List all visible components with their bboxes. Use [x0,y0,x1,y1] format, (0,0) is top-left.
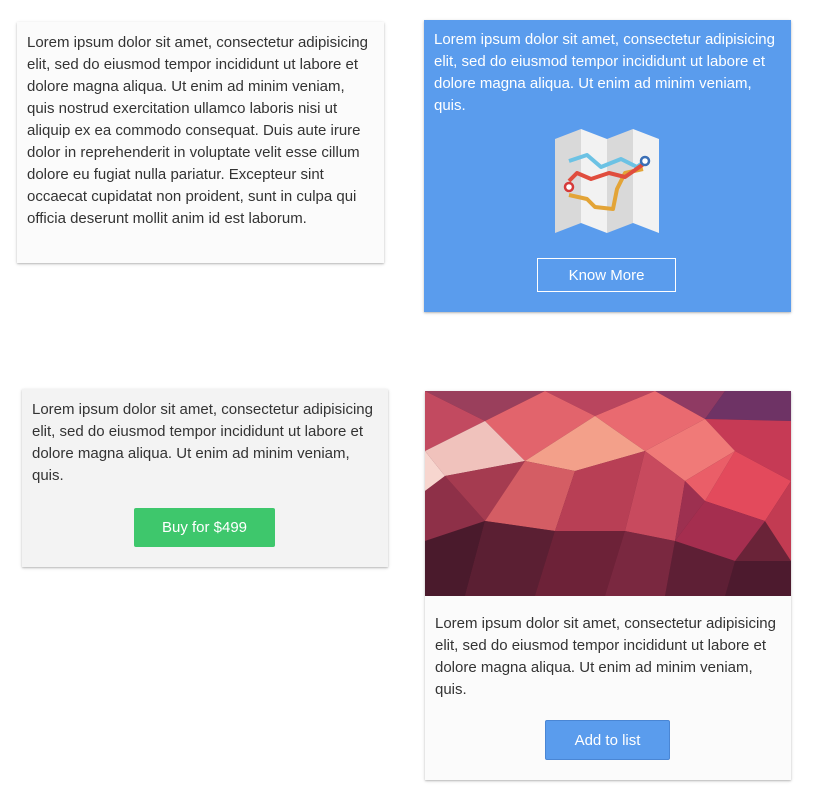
feature-card: Lorem ipsum dolor sit amet, consectetur … [424,20,791,312]
know-more-button[interactable]: Know More [537,258,676,292]
card-text: Lorem ipsum dolor sit amet, consectetur … [435,615,776,698]
buy-button[interactable]: Buy for $499 [134,508,275,547]
folded-map-icon [555,129,659,233]
card-text: Lorem ipsum dolor sit amet, consectetur … [434,31,775,114]
add-to-list-button[interactable]: Add to list [545,720,670,760]
text-card: Lorem ipsum dolor sit amet, consectetur … [17,22,384,263]
card-text: Lorem ipsum dolor sit amet, consectetur … [27,34,368,227]
low-poly-abstract-image [425,391,791,596]
card-text: Lorem ipsum dolor sit amet, consectetur … [32,401,373,484]
purchase-card: Lorem ipsum dolor sit amet, consectetur … [22,389,388,567]
image-card: Lorem ipsum dolor sit amet, consectetur … [425,391,791,780]
